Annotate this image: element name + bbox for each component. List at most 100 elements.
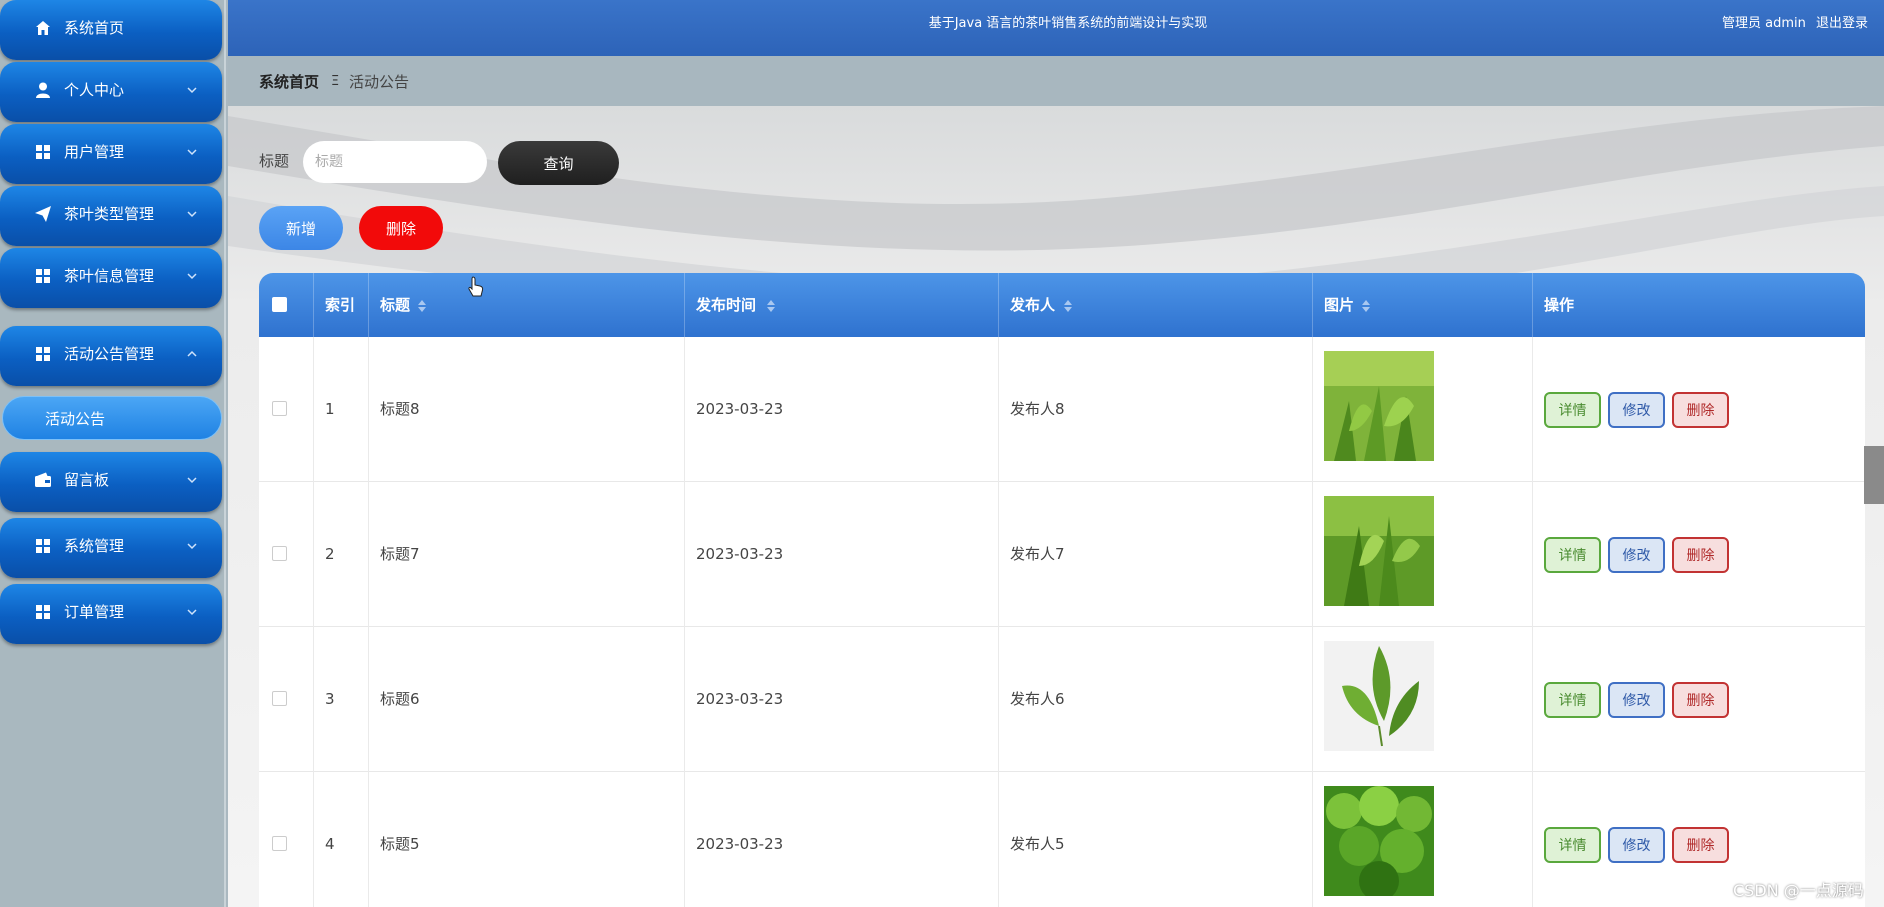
column-index: 索引 xyxy=(314,273,369,337)
grid-icon xyxy=(36,347,50,361)
breadcrumb-separator: Ξ xyxy=(331,74,340,89)
column-image[interactable]: 图片 xyxy=(1313,273,1533,337)
column-header-label: 发布人 xyxy=(1010,296,1056,314)
sidebar-item-tea-type-management[interactable]: 茶叶类型管理 xyxy=(0,186,222,246)
sidebar-subitem-announcement[interactable]: 活动公告 xyxy=(2,396,222,440)
chevron-down-icon xyxy=(187,87,197,94)
breadcrumb-home[interactable]: 系统首页 xyxy=(259,73,319,91)
sidebar: 系统首页 个人中心 用户管理 茶叶类型管理 茶叶信息管理 活动公告管理 活动公告… xyxy=(0,0,226,907)
grid-icon xyxy=(36,269,50,283)
delete-button[interactable]: 删除 xyxy=(1672,392,1729,428)
chevron-down-icon xyxy=(187,149,197,156)
cell-publisher: 发布人8 xyxy=(1010,400,1065,418)
delete-button[interactable]: 删除 xyxy=(1672,827,1729,863)
edit-button[interactable]: 修改 xyxy=(1608,537,1665,573)
current-user-label: 管理员 admin xyxy=(1722,16,1806,31)
detail-button[interactable]: 详情 xyxy=(1544,537,1601,573)
row-checkbox[interactable] xyxy=(272,546,287,561)
grid-icon xyxy=(36,605,50,619)
cell-publisher: 发布人7 xyxy=(1010,545,1065,563)
cell-title: 标题6 xyxy=(380,690,420,708)
cell-index: 3 xyxy=(325,690,335,708)
edit-button[interactable]: 修改 xyxy=(1608,827,1665,863)
row-checkbox[interactable] xyxy=(272,836,287,851)
sidebar-item-home[interactable]: 系统首页 xyxy=(0,0,222,60)
sidebar-item-tea-info-management[interactable]: 茶叶信息管理 xyxy=(0,248,222,308)
batch-delete-button[interactable]: 删除 xyxy=(359,206,443,250)
sidebar-item-system-management[interactable]: 系统管理 xyxy=(0,518,222,578)
sort-icon[interactable] xyxy=(417,299,427,313)
tea-image-thumbnail[interactable] xyxy=(1324,786,1434,896)
hand-cursor-icon xyxy=(468,276,484,297)
sort-icon[interactable] xyxy=(766,299,776,313)
edit-button[interactable]: 修改 xyxy=(1608,392,1665,428)
chevron-down-icon xyxy=(187,543,197,550)
chevron-down-icon xyxy=(187,609,197,616)
detail-button[interactable]: 详情 xyxy=(1544,827,1601,863)
cell-title: 标题7 xyxy=(380,545,420,563)
table-header: 索引 标题 发布时间 发布人 图片 操作 xyxy=(259,273,1865,337)
cell-publish-time: 2023-03-23 xyxy=(696,835,784,853)
row-checkbox[interactable] xyxy=(272,691,287,706)
grid-icon xyxy=(36,145,50,159)
table-row: 3 标题6 2023-03-23 发布人6 详情 修改 删除 xyxy=(259,627,1865,772)
table-row: 2 标题7 2023-03-23 发布人7 详情 修改 删除 xyxy=(259,482,1865,627)
sidebar-item-user-management[interactable]: 用户管理 xyxy=(0,124,222,184)
breadcrumb: 系统首页 Ξ 活动公告 xyxy=(228,56,1884,106)
tea-image-thumbnail[interactable] xyxy=(1324,496,1434,606)
column-title[interactable]: 标题 xyxy=(369,273,685,337)
column-header-label: 标题 xyxy=(380,296,411,314)
cell-publish-time: 2023-03-23 xyxy=(696,400,784,418)
sidebar-item-label: 个人中心 xyxy=(64,81,125,99)
chevron-down-icon xyxy=(187,211,197,218)
breadcrumb-current: 活动公告 xyxy=(349,73,410,91)
select-all-checkbox[interactable] xyxy=(272,297,287,312)
column-header-label: 操作 xyxy=(1544,296,1575,314)
row-checkbox[interactable] xyxy=(272,401,287,416)
wallet-icon xyxy=(35,472,51,487)
sidebar-item-label: 系统管理 xyxy=(64,537,125,555)
tea-image-thumbnail[interactable] xyxy=(1324,641,1434,751)
search-title-input[interactable] xyxy=(303,141,487,183)
chevron-up-icon xyxy=(187,350,197,357)
app-title: 基于Java 语言的茶叶销售系统的前端设计与实现 xyxy=(928,16,1208,31)
sidebar-item-personal-center[interactable]: 个人中心 xyxy=(0,62,222,122)
user-icon xyxy=(36,82,50,98)
delete-button[interactable]: 删除 xyxy=(1672,682,1729,718)
send-icon xyxy=(35,206,51,222)
cell-index: 1 xyxy=(325,400,335,418)
chevron-down-icon xyxy=(187,477,197,484)
sidebar-item-order-management[interactable]: 订单管理 xyxy=(0,584,222,644)
sidebar-item-announcement-management[interactable]: 活动公告管理 xyxy=(0,326,222,386)
detail-button[interactable]: 详情 xyxy=(1544,682,1601,718)
column-header-label: 发布时间 xyxy=(696,296,757,314)
page-scrollbar-thumb[interactable] xyxy=(1864,446,1884,504)
table-row: 1 标题8 2023-03-23 发布人8 详情 修改 删除 xyxy=(259,337,1865,482)
cell-index: 4 xyxy=(325,835,335,853)
query-button[interactable]: 查询 xyxy=(498,141,619,185)
cell-index: 2 xyxy=(325,545,335,563)
column-header-label: 图片 xyxy=(1324,296,1355,314)
sidebar-item-label: 茶叶信息管理 xyxy=(64,267,155,285)
grid-icon xyxy=(36,539,50,553)
edit-button[interactable]: 修改 xyxy=(1608,682,1665,718)
sidebar-item-label: 用户管理 xyxy=(64,143,125,161)
cell-title: 标题8 xyxy=(380,400,420,418)
column-actions: 操作 xyxy=(1533,273,1865,337)
sidebar-item-label: 留言板 xyxy=(64,471,110,489)
sidebar-item-message-board[interactable]: 留言板 xyxy=(0,452,222,512)
logout-link[interactable]: 退出登录 xyxy=(1816,16,1868,32)
sort-icon[interactable] xyxy=(1063,299,1073,313)
cell-publisher: 发布人6 xyxy=(1010,690,1065,708)
sort-icon[interactable] xyxy=(1361,299,1371,313)
sidebar-item-label: 系统首页 xyxy=(64,19,125,37)
announcement-table: 索引 标题 发布时间 发布人 图片 操作 1 标题8 2023-03-23 发布… xyxy=(259,273,1865,907)
delete-button[interactable]: 删除 xyxy=(1672,537,1729,573)
add-button[interactable]: 新增 xyxy=(259,206,343,250)
column-publisher[interactable]: 发布人 xyxy=(999,273,1313,337)
column-publish-time[interactable]: 发布时间 xyxy=(685,273,999,337)
detail-button[interactable]: 详情 xyxy=(1544,392,1601,428)
sidebar-item-label: 茶叶类型管理 xyxy=(64,205,155,223)
tea-image-thumbnail[interactable] xyxy=(1324,351,1434,461)
column-select xyxy=(259,273,314,337)
